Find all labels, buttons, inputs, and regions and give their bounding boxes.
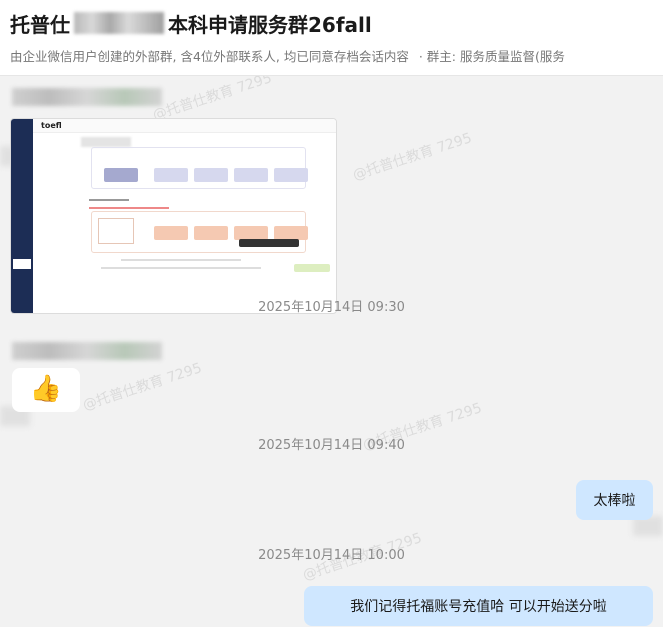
preview-line — [89, 207, 169, 209]
image-message[interactable]: toefl — [10, 118, 337, 314]
thumbs-up-message[interactable]: 👍 — [12, 368, 80, 412]
preview-card — [194, 168, 228, 182]
timestamp: 2025年10月14日 10:00 — [258, 548, 405, 563]
preview-score-group — [91, 147, 308, 189]
timestamp: 2025年10月14日 09:30 — [258, 300, 405, 315]
group-info: 由企业微信用户创建的外部群, 含4位外部联系人, 均已同意存档会话内容 — [10, 49, 409, 64]
redacted-name — [74, 12, 164, 34]
preview-card — [194, 226, 228, 240]
preview-topbar — [33, 119, 336, 133]
preview-card — [154, 168, 188, 182]
self-message-bubble[interactable]: 我们记得托福账号充值哈 可以开始送分啦 — [304, 586, 653, 626]
chat-header: 托普仕 本科申请服务群26fall 由企业微信用户创建的外部群, 含4位外部联系… — [0, 0, 663, 76]
preview-line — [121, 259, 241, 261]
preview-box — [98, 218, 134, 244]
preview-line — [101, 267, 261, 269]
watermark: @托普仕教育 7295 — [350, 130, 474, 184]
thumbs-up-icon: 👍 — [29, 374, 63, 404]
preview-card — [234, 226, 268, 240]
preview-card — [274, 168, 308, 182]
preview-card — [274, 226, 308, 240]
preview-card — [104, 168, 138, 182]
preview-footer — [13, 259, 31, 269]
group-owner[interactable]: · 群主: 服务质量监督(服务 — [419, 46, 565, 65]
preview-sidebar — [11, 119, 33, 313]
title-suffix: 本科申请服务群26fall — [168, 12, 372, 37]
preview-button — [239, 239, 299, 247]
group-subtitle: 由企业微信用户创建的外部群, 含4位外部联系人, 均已同意存档会话内容 · 群主… — [10, 46, 565, 65]
preview-redacted — [81, 137, 131, 147]
watermark: @托普仕教育 7295 — [80, 360, 204, 414]
preview-logo: toefl — [41, 121, 62, 130]
preview-line — [89, 199, 129, 201]
title-prefix: 托普仕 — [10, 12, 70, 37]
preview-card — [154, 226, 188, 240]
sender-name-redacted — [12, 342, 162, 360]
self-message-bubble[interactable]: 太棒啦 — [576, 480, 653, 520]
timestamp: 2025年10月14日 09:40 — [258, 438, 405, 453]
chat-area[interactable]: @托普仕教育 7295 @托普仕教育 7295 @托普仕教育 7295 @托普仕… — [0, 76, 663, 627]
group-title: 托普仕 本科申请服务群26fall — [10, 8, 372, 38]
preview-chip — [294, 264, 330, 272]
sender-name-redacted — [12, 88, 162, 106]
preview-card — [234, 168, 268, 182]
